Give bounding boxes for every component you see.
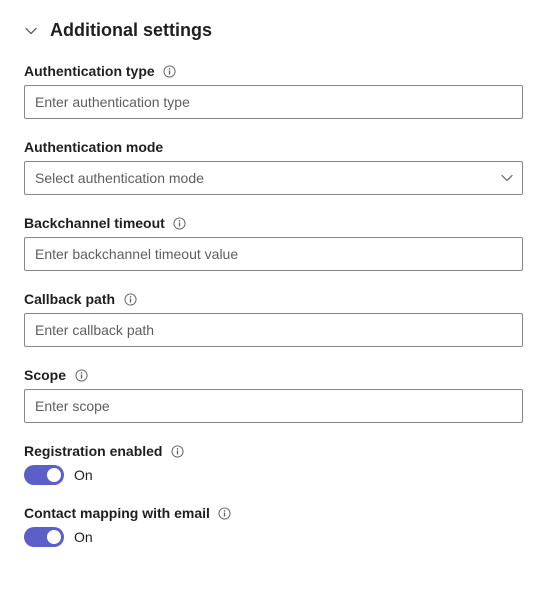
info-icon[interactable] [173,216,187,230]
auth-type-input[interactable] [24,85,523,119]
field-label-row: Scope [24,367,523,383]
auth-mode-label: Authentication mode [24,139,163,155]
toggle-row: On [24,465,523,485]
callback-path-label: Callback path [24,291,115,307]
auth-type-label: Authentication type [24,63,155,79]
info-icon[interactable] [170,444,184,458]
auth-mode-select[interactable]: Select authentication mode [24,161,523,195]
field-label-row: Authentication mode [24,139,523,155]
field-auth-type: Authentication type [24,63,523,119]
field-backchannel-timeout: Backchannel timeout [24,215,523,271]
info-icon[interactable] [123,292,137,306]
contact-mapping-status: On [74,529,93,545]
section-header: Additional settings [24,20,523,41]
registration-enabled-status: On [74,467,93,483]
field-contact-mapping: Contact mapping with email On [24,505,523,547]
scope-label: Scope [24,367,66,383]
field-auth-mode: Authentication mode Select authenticatio… [24,139,523,195]
registration-enabled-toggle[interactable] [24,465,64,485]
callback-path-input[interactable] [24,313,523,347]
field-label-row: Contact mapping with email [24,505,523,521]
field-label-row: Callback path [24,291,523,307]
field-label-row: Backchannel timeout [24,215,523,231]
toggle-knob [47,530,61,544]
registration-enabled-label: Registration enabled [24,443,162,459]
field-label-row: Registration enabled [24,443,523,459]
field-scope: Scope [24,367,523,423]
scope-input[interactable] [24,389,523,423]
toggle-row: On [24,527,523,547]
backchannel-timeout-label: Backchannel timeout [24,215,165,231]
field-label-row: Authentication type [24,63,523,79]
backchannel-timeout-input[interactable] [24,237,523,271]
info-icon[interactable] [163,64,177,78]
field-callback-path: Callback path [24,291,523,347]
info-icon[interactable] [218,506,232,520]
contact-mapping-toggle[interactable] [24,527,64,547]
select-wrapper: Select authentication mode [24,161,523,195]
field-registration-enabled: Registration enabled On [24,443,523,485]
section-title: Additional settings [50,20,212,41]
toggle-knob [47,468,61,482]
contact-mapping-label: Contact mapping with email [24,505,210,521]
chevron-down-icon[interactable] [24,24,38,38]
info-icon[interactable] [74,368,88,382]
